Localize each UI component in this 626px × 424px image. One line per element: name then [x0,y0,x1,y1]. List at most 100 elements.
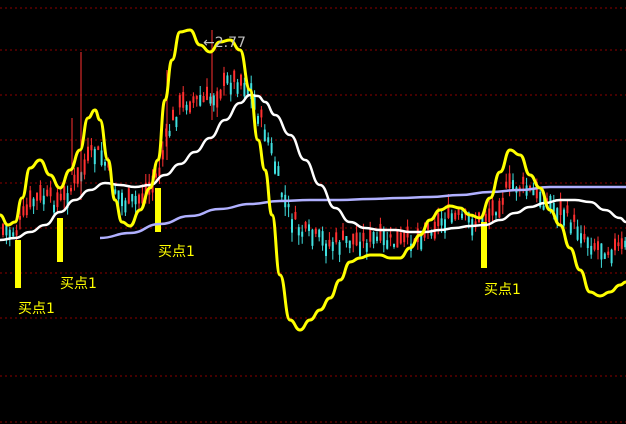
candle-body [396,230,399,248]
candle-body [270,143,273,154]
candle-body [185,104,188,111]
candle-body [352,233,355,245]
buy-signal-bar [57,218,63,262]
candle-body [87,146,89,161]
peak-annotation: ←2.77 [203,35,246,51]
candle-body [73,174,76,184]
white-indicator-line [0,93,626,242]
candle-body [430,232,433,236]
candle-body [226,75,229,84]
candle-body [199,94,202,106]
candle-body [297,227,300,236]
candle-body [97,146,100,150]
candle-body [216,91,219,108]
candle-body [172,109,174,121]
candle-body [223,72,225,86]
candle-body [219,89,222,99]
candle-body [498,200,501,218]
candle-body [267,137,270,143]
candle-body [240,74,242,86]
candlesticks [2,30,626,268]
buy-label: 买点1 [158,244,195,260]
candle-body [362,232,365,242]
candle-body [46,189,49,196]
candle-body [76,167,79,184]
candle-body [32,198,35,207]
grid-lines [0,7,626,423]
candle-body [202,95,205,103]
candle-body [178,95,181,108]
buy-label: 买点1 [18,301,55,317]
buy-signal-bar [15,240,21,288]
candle-body [345,236,348,244]
candle-body [542,205,545,210]
candle-body [15,230,18,236]
candle-body [576,226,579,240]
candle-body [138,194,140,204]
candle-body [63,186,66,200]
candle-body [25,204,28,216]
candle-body [83,159,86,175]
candle-body [53,204,55,213]
candle-body [59,193,62,201]
candle-body [318,229,321,238]
candle-body [236,82,239,94]
candle-body [382,228,385,246]
candle-body [195,95,198,100]
candle-body [491,200,494,216]
candle-body [508,173,511,189]
candle-body [182,92,185,108]
candle-body [280,192,283,198]
buy-label: 买点1 [60,276,97,292]
candle-body [379,223,382,241]
candle-body [314,228,317,234]
candle-body [597,241,599,250]
candle-body [117,190,120,200]
candle-body [501,197,504,205]
candle-body [355,232,358,246]
candle-body [114,189,117,194]
candle-body [607,251,610,255]
candle-body [328,239,331,247]
candle-body [335,232,338,243]
candle-body [559,198,562,215]
candle-body [580,233,582,244]
candle-body [127,188,130,204]
candle-body [5,225,8,236]
candle-body [100,150,103,166]
candle-body [566,205,569,214]
candle-body [569,222,572,234]
candle-body [505,181,508,188]
candle-body [301,231,304,237]
candle-body [522,176,525,185]
candle-body [461,213,463,219]
candle-body [29,190,32,208]
candle-body [376,236,378,241]
candle-body [617,242,620,247]
candle-body [304,222,307,229]
candle-body [2,224,4,235]
candle-body [331,241,334,251]
candle-body [342,230,344,240]
candle-body [389,234,392,238]
buy-label: 买点1 [484,282,521,298]
candle-body [488,208,491,223]
candle-body [243,82,246,97]
candle-body [121,192,123,207]
chart-stage: 买点1 买点1 买点1 买点1 ←2.77 [0,0,626,424]
candle-body [321,231,324,246]
candle-body [189,101,191,113]
candle-body [600,243,603,260]
candle-body [450,213,453,223]
buy-labels: 买点1 买点1 买点1 买点1 [18,244,521,317]
candle-body [294,211,297,220]
buy-signal-bar [481,222,487,268]
candle-body [229,82,232,95]
candle-body [365,242,368,252]
candle-body [593,243,596,250]
candle-body [175,116,178,128]
candle-body [590,245,593,255]
candle-body [260,109,263,118]
candle-body [393,243,395,247]
candle-body [257,115,259,124]
